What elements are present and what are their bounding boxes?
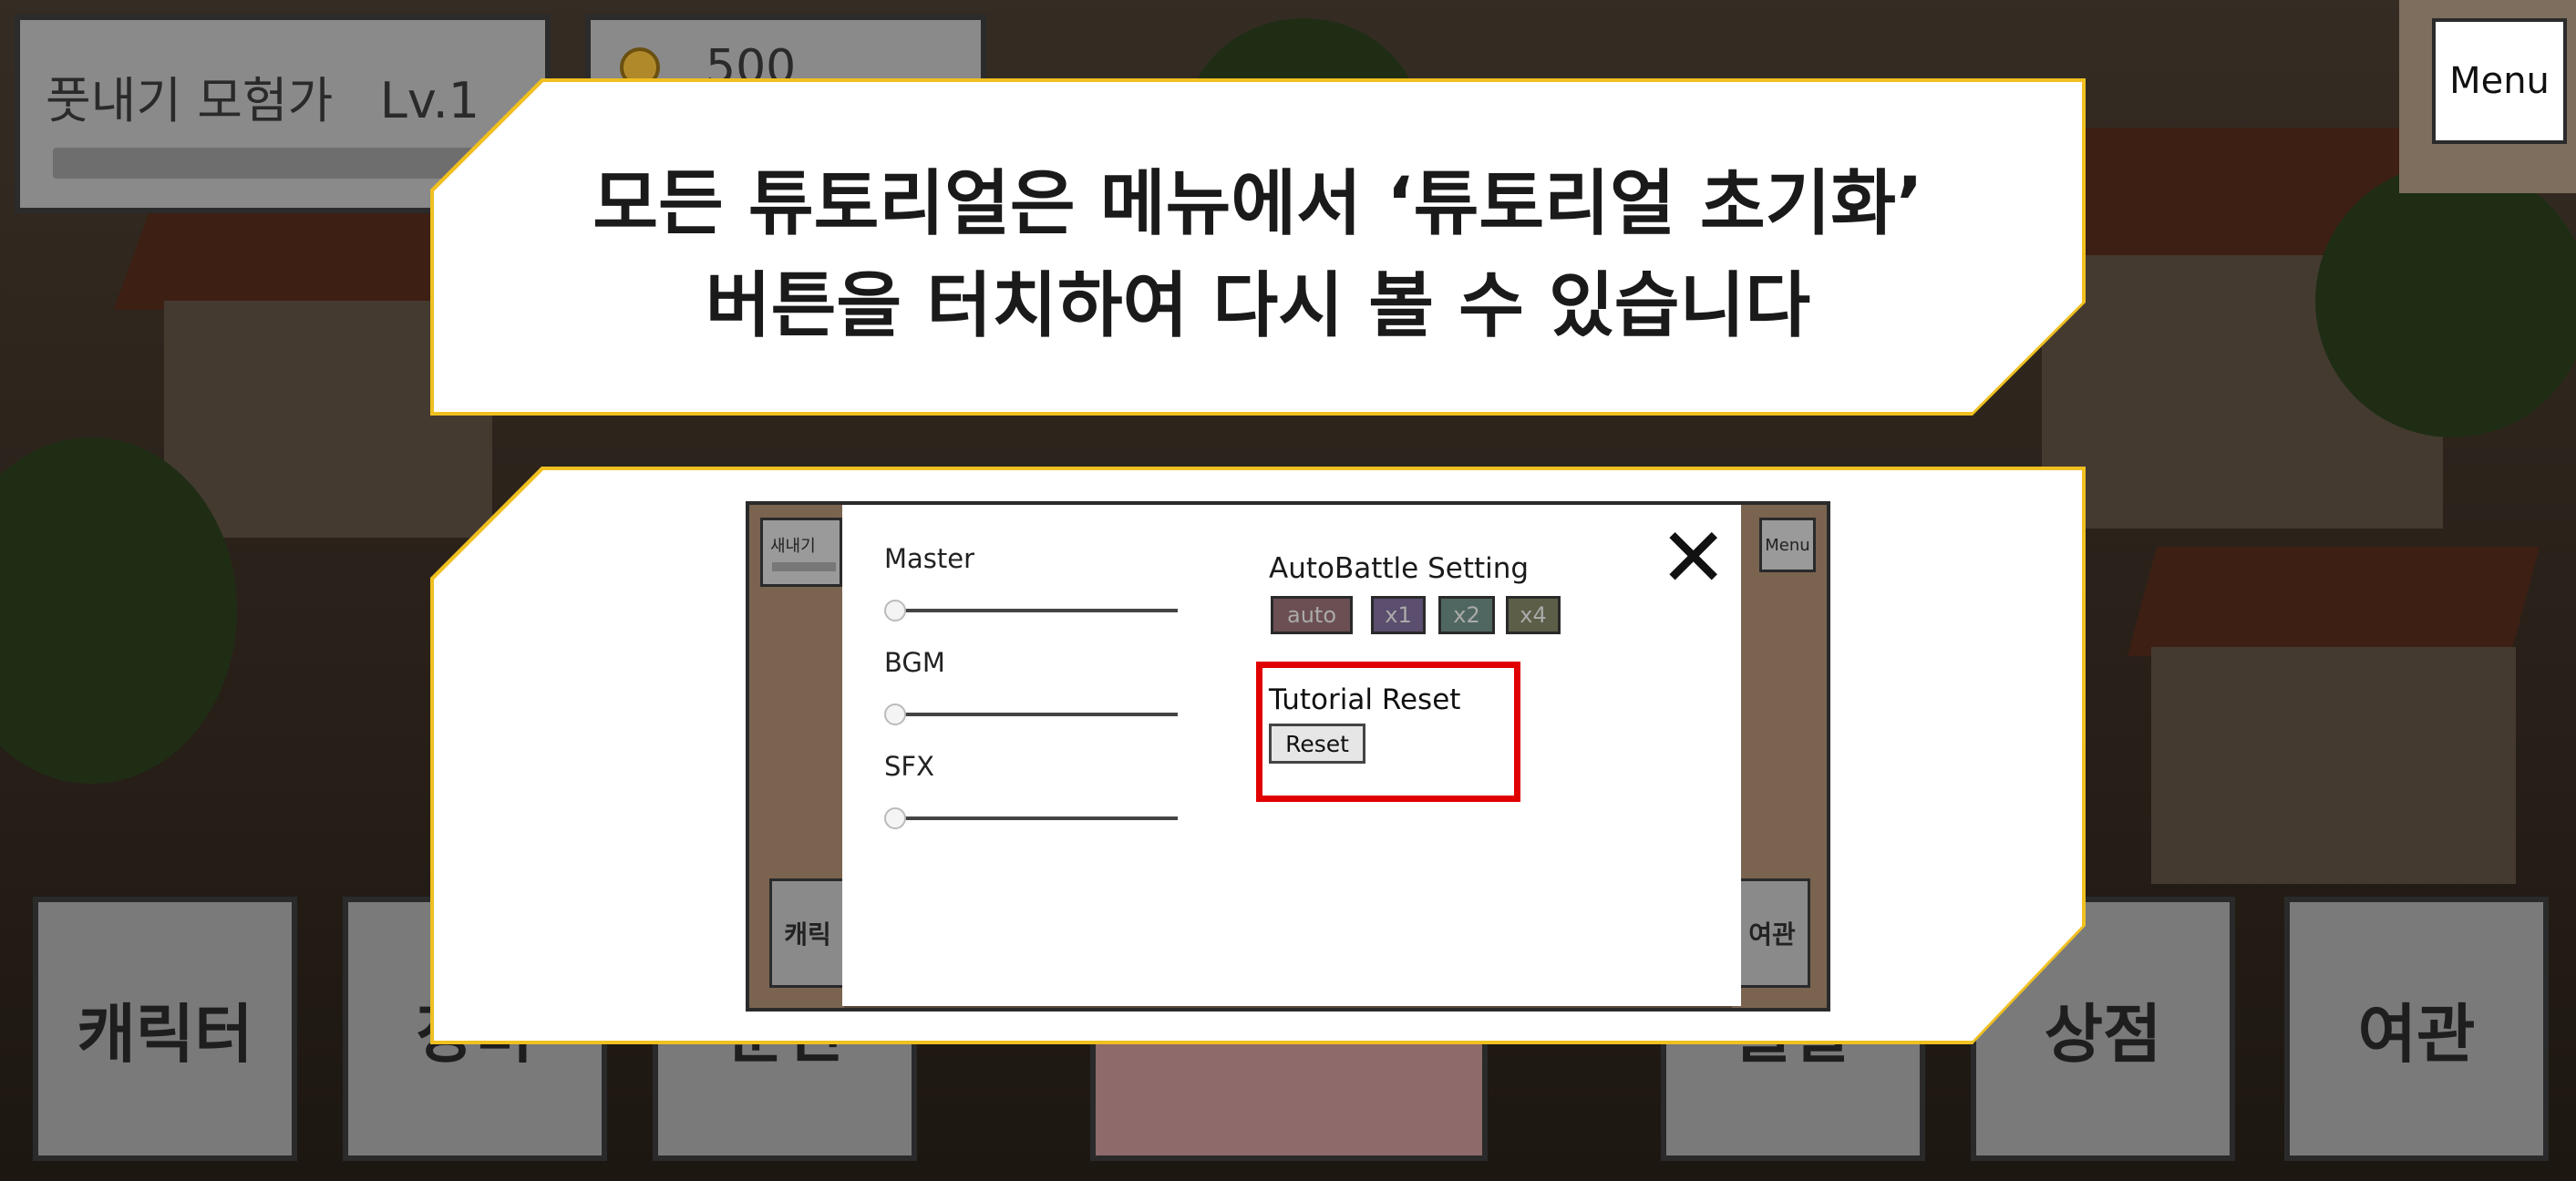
- autobattle-setting-title: AutoBattle Setting: [1269, 552, 1530, 585]
- bgm-volume-slider[interactable]: [893, 713, 1178, 716]
- tutorial-line-2: 버튼을 터치하여 다시 볼 수 있습니다: [705, 265, 1811, 347]
- nav-inn-button[interactable]: 여관: [2284, 897, 2549, 1161]
- master-volume-label: Master: [884, 543, 975, 574]
- speed-x4-button[interactable]: x4: [1506, 596, 1561, 634]
- tutorial-message-panel: 모든 튜토리얼은 메뉴에서 ‘튜토리얼 초기화’ 버튼을 터치하여 다시 볼 수…: [434, 82, 2082, 412]
- mini-menu-button: Menu: [1759, 518, 1816, 572]
- mini-character-button: 캐릭: [769, 878, 846, 988]
- sfx-volume-knob[interactable]: [884, 807, 906, 829]
- player-title-level: 풋내기 모험가 Lv.1: [46, 72, 480, 129]
- master-volume-slider[interactable]: [893, 609, 1178, 612]
- master-volume-knob[interactable]: [884, 600, 906, 621]
- sfx-volume-slider[interactable]: [893, 816, 1178, 820]
- bgm-volume-knob[interactable]: [884, 703, 906, 725]
- sfx-volume-label: SFX: [884, 751, 934, 782]
- auto-button[interactable]: auto: [1271, 596, 1353, 634]
- mini-inn-button: 여관: [1734, 878, 1810, 988]
- tutorial-reset-title: Tutorial Reset: [1269, 683, 1461, 716]
- menu-button[interactable]: Menu: [2432, 18, 2567, 144]
- settings-example-screenshot: 새내기 캐릭 여관 Menu ✕ Master BGM SFX AutoBatt…: [746, 501, 1830, 1012]
- mini-player-panel: 새내기: [760, 518, 842, 587]
- settings-dialog: ✕ Master BGM SFX AutoBattle Setting auto…: [842, 505, 1741, 1006]
- close-icon[interactable]: ✕: [1659, 518, 1727, 600]
- tutorial-line-1: 모든 튜토리얼은 메뉴에서 ‘튜토리얼 초기화’: [592, 163, 1923, 245]
- speed-x1-button[interactable]: x1: [1371, 596, 1426, 634]
- nav-character-button[interactable]: 캐릭터: [33, 897, 297, 1161]
- bgm-volume-label: BGM: [884, 647, 945, 678]
- speed-x2-button[interactable]: x2: [1438, 596, 1495, 634]
- tutorial-reset-button[interactable]: Reset: [1269, 724, 1365, 764]
